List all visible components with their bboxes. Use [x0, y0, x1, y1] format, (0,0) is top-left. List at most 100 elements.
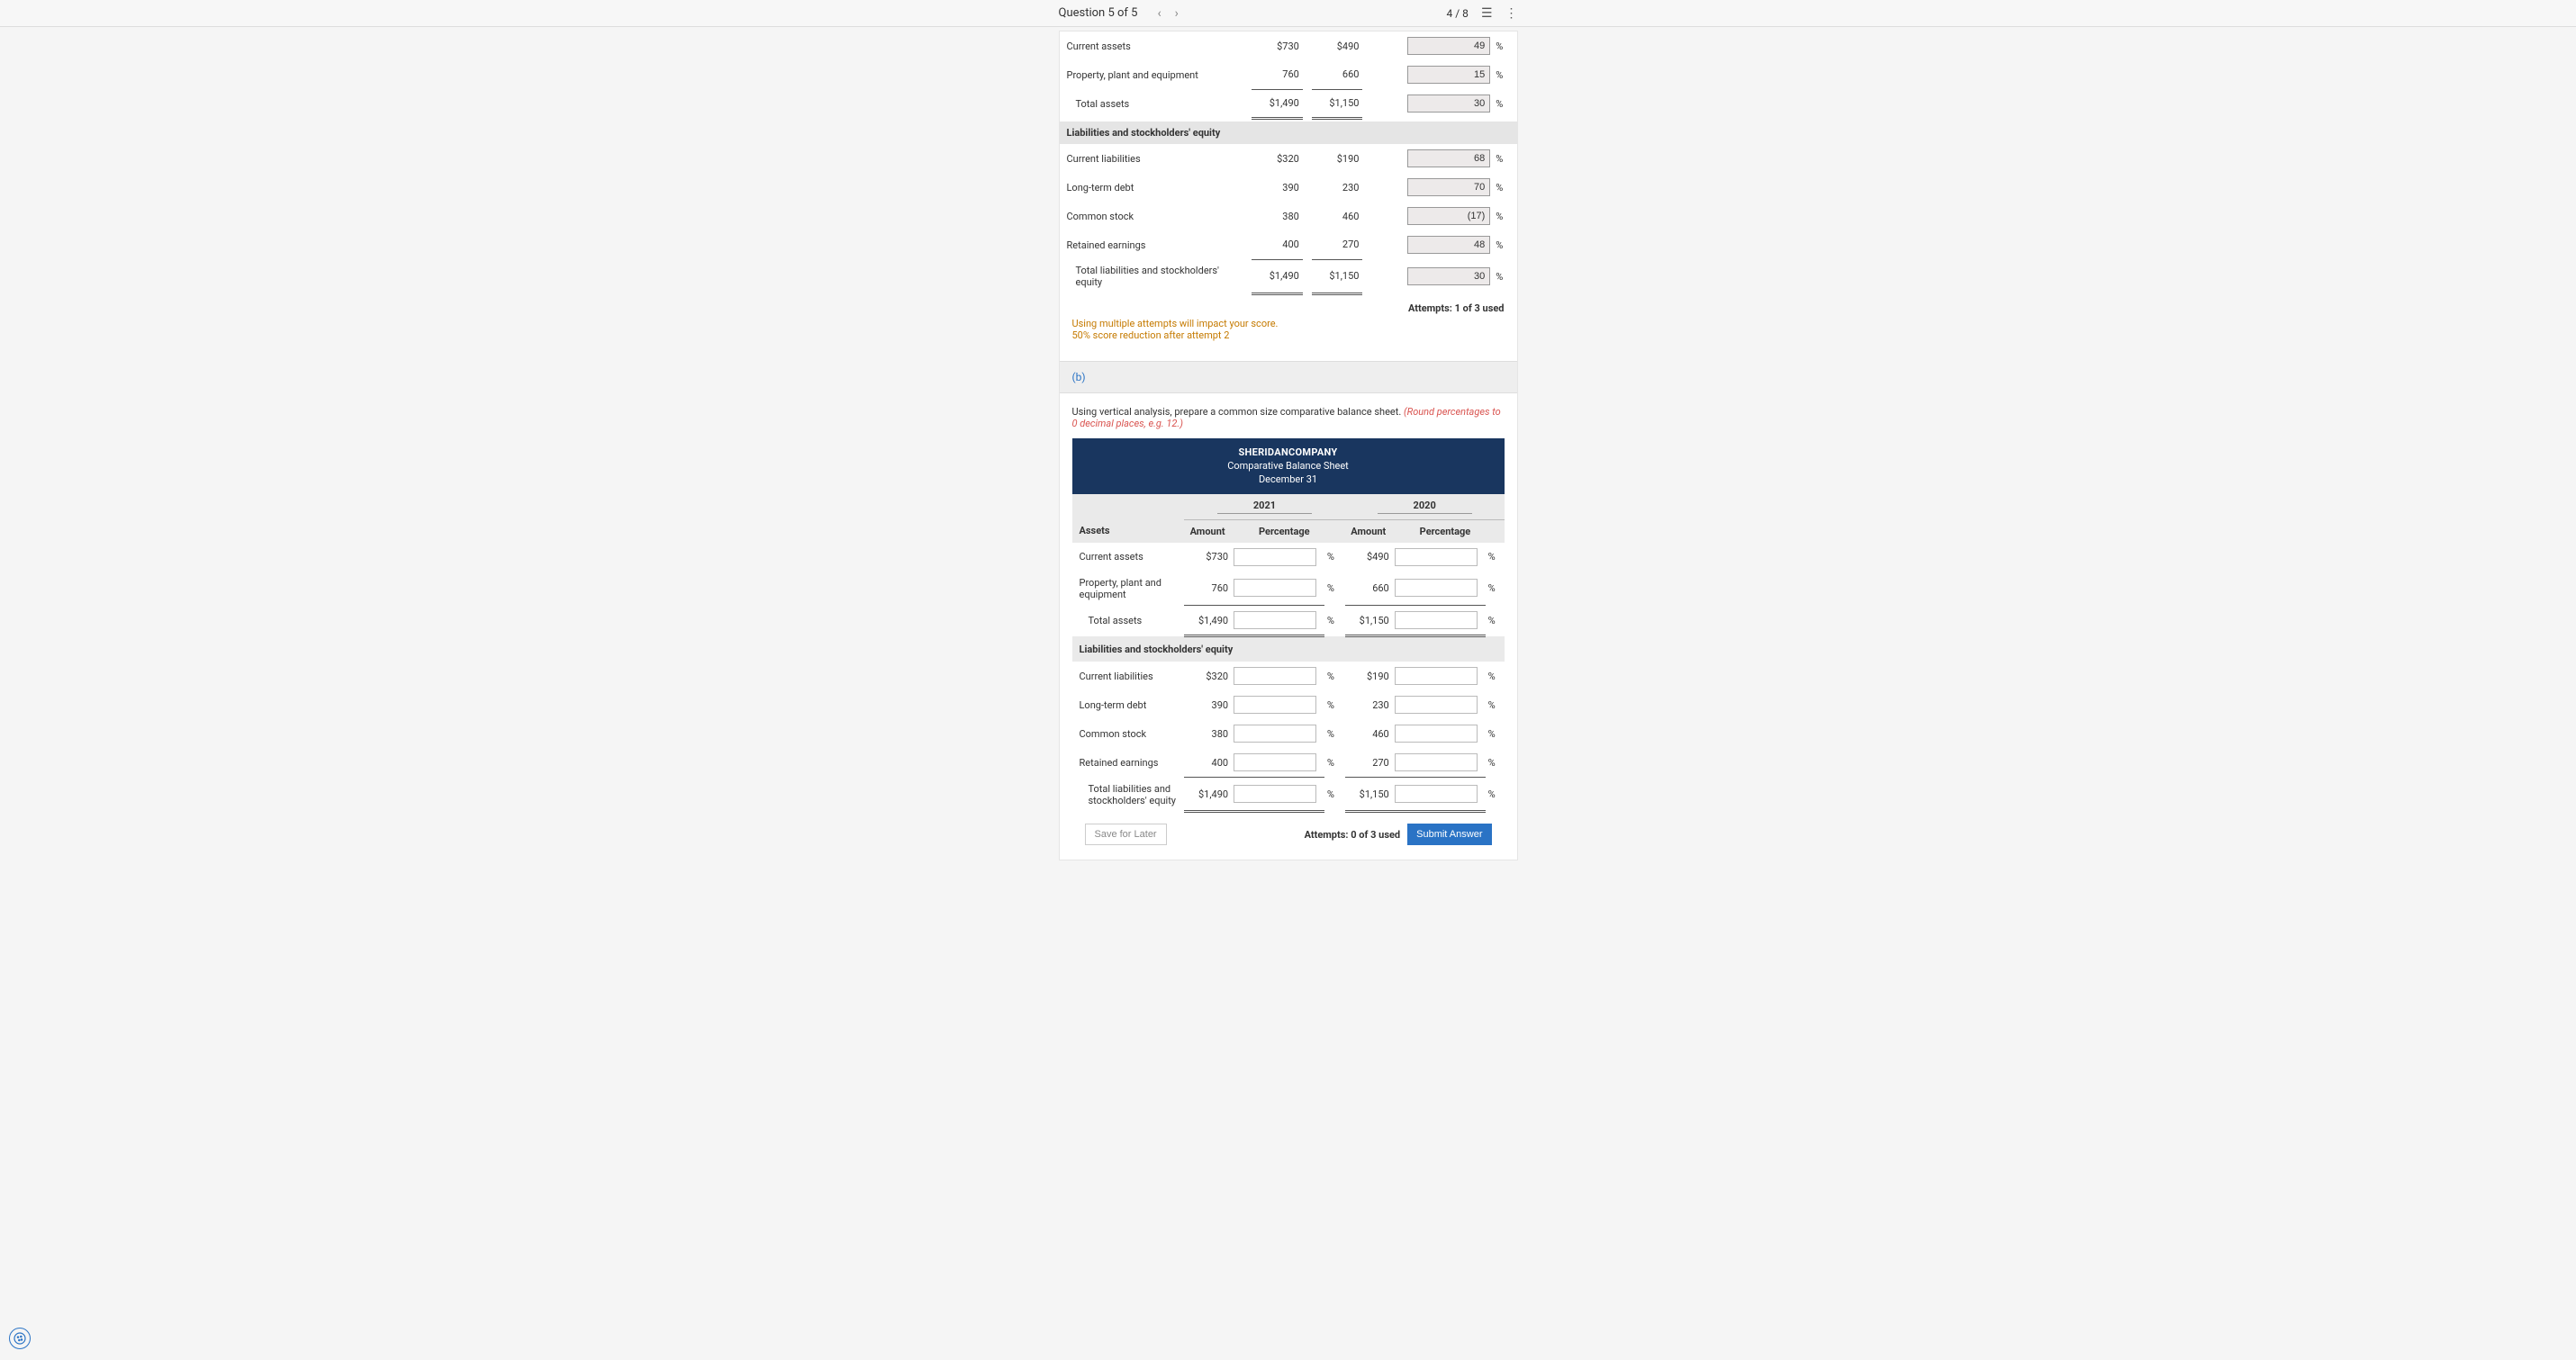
- statement-date: December 31: [1259, 473, 1317, 485]
- instructions-text: Using vertical analysis, prepare a commo…: [1072, 406, 1404, 418]
- row-label: Current assets: [1060, 32, 1252, 60]
- question-title: Question 5 of 5: [1059, 6, 1138, 20]
- warning-block: Using multiple attempts will impact your…: [1060, 314, 1517, 354]
- save-for-later-button[interactable]: Save for Later: [1085, 824, 1167, 845]
- percent-input-2020[interactable]: [1395, 579, 1478, 597]
- col-percentage: Percentage: [1231, 519, 1337, 543]
- percent-input-2021[interactable]: [1234, 753, 1316, 771]
- row-label: Common stock: [1072, 719, 1185, 748]
- percent-input-2020[interactable]: [1395, 611, 1478, 629]
- percent-input-2021[interactable]: [1234, 785, 1316, 803]
- amount-2021: 380: [1184, 719, 1231, 748]
- percent-input-2021[interactable]: [1234, 725, 1316, 743]
- submit-answer-button[interactable]: Submit Answer: [1407, 824, 1491, 845]
- toolbar: Question 5 of 5 ‹ › 4 / 8 ☰ ⋮: [0, 0, 2576, 27]
- row-label: Total liabilities and stockholders' equi…: [1060, 259, 1252, 293]
- amount-2021: $1,490: [1184, 606, 1231, 636]
- cookie-settings-icon[interactable]: [9, 1328, 31, 1349]
- next-question-button[interactable]: ›: [1170, 6, 1184, 21]
- row-label: Total assets: [1060, 89, 1252, 118]
- percent-input-2021[interactable]: [1234, 611, 1316, 629]
- amount-2021: $320: [1184, 662, 1231, 690]
- warning-line-2: 50% score reduction after attempt 2: [1072, 329, 1505, 341]
- row-label: Retained earnings: [1060, 230, 1252, 259]
- amount-2021: $320: [1252, 144, 1303, 173]
- percent-input[interactable]: [1407, 66, 1490, 84]
- row-label: Current liabilities: [1072, 662, 1185, 690]
- amount-2020: 230: [1345, 690, 1392, 719]
- row-label: Long-term debt: [1060, 173, 1252, 202]
- question-card: Current assets $730 $490 % Property, pla…: [1059, 31, 1518, 860]
- row-label: Total assets: [1072, 606, 1185, 636]
- instructions: Using vertical analysis, prepare a commo…: [1072, 406, 1505, 429]
- more-menu-icon[interactable]: ⋮: [1505, 7, 1518, 20]
- percent-input-2021[interactable]: [1234, 667, 1316, 685]
- amount-2021: 400: [1252, 230, 1303, 259]
- amount-2021: 380: [1252, 202, 1303, 230]
- amount-2021: $730: [1184, 543, 1231, 572]
- progress-indicator: 4 / 8: [1447, 7, 1469, 20]
- row-label: Common stock: [1060, 202, 1252, 230]
- part-b-label: (b): [1060, 361, 1517, 393]
- prev-question-button[interactable]: ‹: [1152, 6, 1166, 21]
- amount-2020: 660: [1345, 572, 1392, 606]
- percent-input[interactable]: [1407, 149, 1490, 167]
- amount-2020: $190: [1345, 662, 1392, 690]
- amount-2020: 270: [1345, 748, 1392, 778]
- row-label: Current assets: [1072, 543, 1185, 572]
- percent-sign: %: [1494, 32, 1516, 60]
- amount-2021: $1,490: [1252, 89, 1303, 118]
- amount-2021: 760: [1252, 60, 1303, 89]
- amount-2020: 270: [1312, 230, 1363, 259]
- col-amount: Amount: [1184, 519, 1231, 543]
- col-percentage: Percentage: [1392, 519, 1498, 543]
- amount-2020: $1,150: [1312, 259, 1363, 293]
- percent-input[interactable]: [1407, 95, 1490, 113]
- row-label: Retained earnings: [1072, 748, 1185, 778]
- percent-input-2021[interactable]: [1234, 579, 1316, 597]
- amount-2020: $490: [1312, 32, 1363, 60]
- attempts-label: Attempts: 1 of 3 used: [1060, 295, 1517, 314]
- year-2020: 2020: [1378, 500, 1472, 514]
- percent-input-2020[interactable]: [1395, 667, 1478, 685]
- row-label: Long-term debt: [1072, 690, 1185, 719]
- row-label: Current liabilities: [1060, 144, 1252, 173]
- amount-2020: $1,150: [1312, 89, 1363, 118]
- percent-input-2021[interactable]: [1234, 548, 1316, 566]
- amount-2021: 390: [1184, 690, 1231, 719]
- amount-2021: 390: [1252, 173, 1303, 202]
- amount-2020: 460: [1312, 202, 1363, 230]
- section-header: Liabilities and stockholders' equity: [1060, 122, 1517, 144]
- amount-2020: 460: [1345, 719, 1392, 748]
- row-label: Property, plant and equipment: [1072, 572, 1185, 606]
- warning-line-1: Using multiple attempts will impact your…: [1072, 318, 1505, 329]
- year-2021: 2021: [1217, 500, 1312, 514]
- amount-2021: 400: [1184, 748, 1231, 778]
- row-label: Property, plant and equipment: [1060, 60, 1252, 89]
- percent-input[interactable]: [1407, 207, 1490, 225]
- amount-2020: 230: [1312, 173, 1363, 202]
- list-icon[interactable]: ☰: [1481, 7, 1493, 20]
- percent-input[interactable]: [1407, 178, 1490, 196]
- assets-header: Assets: [1072, 519, 1185, 543]
- amount-2020: 660: [1312, 60, 1363, 89]
- amount-2020: $490: [1345, 543, 1392, 572]
- amount-2020: $1,150: [1345, 778, 1392, 812]
- percent-input-2020[interactable]: [1395, 785, 1478, 803]
- row-label: Total liabilities and stockholders' equi…: [1072, 778, 1185, 812]
- amount-2020: $190: [1312, 144, 1363, 173]
- attempts-label: Attempts: 0 of 3 used: [1305, 829, 1401, 841]
- percent-input-2021[interactable]: [1234, 696, 1316, 714]
- amount-2021: $1,490: [1252, 259, 1303, 293]
- percent-input-2020[interactable]: [1395, 725, 1478, 743]
- percent-input[interactable]: [1407, 236, 1490, 254]
- part-a-table: Current assets $730 $490 % Property, pla…: [1060, 32, 1517, 295]
- lse-header: Liabilities and stockholders' equity: [1072, 636, 1505, 662]
- amount-2021: $730: [1252, 32, 1303, 60]
- percent-input-2020[interactable]: [1395, 548, 1478, 566]
- percent-input[interactable]: [1407, 267, 1490, 285]
- amount-2020: $1,150: [1345, 606, 1392, 636]
- percent-input-2020[interactable]: [1395, 696, 1478, 714]
- percent-input-2020[interactable]: [1395, 753, 1478, 771]
- percent-input[interactable]: [1407, 37, 1490, 55]
